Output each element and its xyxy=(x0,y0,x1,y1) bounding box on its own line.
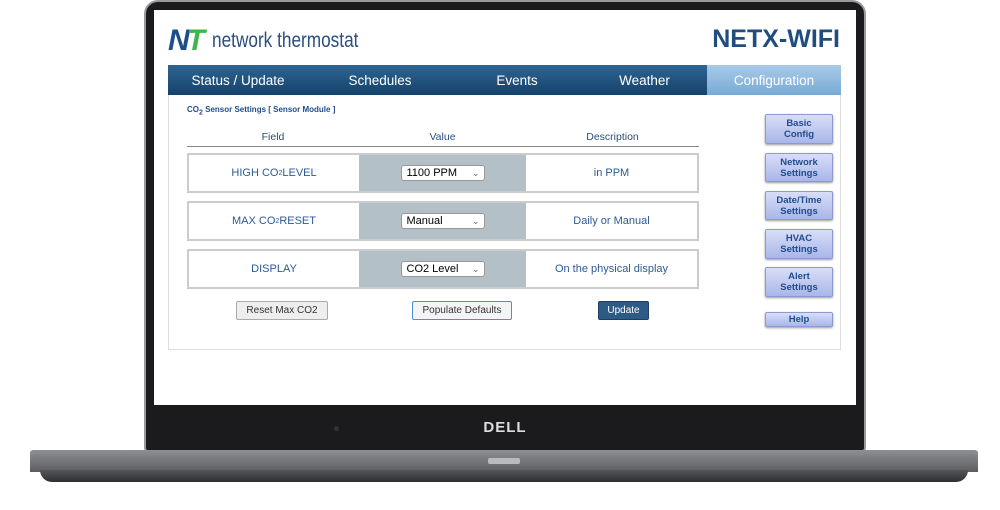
section-title: CO2 Sensor Settings [ Sensor Module ] xyxy=(187,105,336,117)
screen: NT network thermostat NETX-WIFI Status /… xyxy=(154,10,856,405)
table-row: HIGH CO 2 LEVEL 1100 PPM ⌄ in PPM xyxy=(187,153,699,193)
column-header-description: Description xyxy=(586,131,639,143)
nav-bar: Status / Update Schedules Events Weather… xyxy=(168,65,841,95)
basic-config-button[interactable]: Basic Config xyxy=(765,114,833,144)
help-button[interactable]: Help xyxy=(765,312,833,327)
field-label: MAX CO 2 RESET xyxy=(232,215,316,227)
header-divider xyxy=(187,146,699,147)
high-co2-level-select[interactable]: 1100 PPM ⌄ xyxy=(400,165,485,181)
logo-text: network thermostat xyxy=(212,29,359,52)
table-row: DISPLAY CO2 Level ⌄ On the physical displ… xyxy=(187,249,699,289)
description: in PPM xyxy=(593,167,630,179)
tab-status-update[interactable]: Status / Update xyxy=(168,65,308,95)
chevron-down-icon: ⌄ xyxy=(471,167,480,178)
dell-logo: DELL xyxy=(483,419,527,436)
chevron-down-icon: ⌄ xyxy=(471,215,480,226)
tab-events[interactable]: Events xyxy=(452,65,582,95)
date-time-settings-button[interactable]: Date/Time Settings xyxy=(765,191,833,220)
settings-panel: CO2 Sensor Settings [ Sensor Module ] Fi… xyxy=(168,95,841,350)
laptop-notch xyxy=(488,458,520,464)
laptop-base-bottom xyxy=(40,470,968,482)
table-row: MAX CO 2 RESET Manual ⌄ Daily or Manual xyxy=(187,201,699,241)
chevron-down-icon: ⌄ xyxy=(471,263,480,274)
product-title: NETX-WIFI xyxy=(712,25,840,53)
alert-settings-button[interactable]: Alert Settings xyxy=(765,267,833,297)
tab-weather[interactable]: Weather xyxy=(582,65,707,95)
webcam xyxy=(334,426,339,431)
field-label: DISPLAY xyxy=(251,263,297,275)
column-header-field: Field xyxy=(261,131,285,143)
tab-schedules[interactable]: Schedules xyxy=(308,65,452,95)
hvac-settings-button[interactable]: HVAC Settings xyxy=(765,229,833,259)
network-settings-button[interactable]: Network Settings xyxy=(765,153,833,182)
field-label: HIGH CO 2 LEVEL xyxy=(231,167,317,179)
populate-defaults-button[interactable]: Populate Defaults xyxy=(412,301,512,320)
description: Daily or Manual xyxy=(573,215,650,227)
tab-configuration[interactable]: Configuration xyxy=(707,65,841,95)
column-header-value: Value xyxy=(429,131,456,143)
display-select[interactable]: CO2 Level ⌄ xyxy=(400,261,485,277)
update-button[interactable]: Update xyxy=(598,301,649,320)
description: On the physical display xyxy=(554,263,669,275)
nt-logo: NT xyxy=(168,24,205,57)
reset-max-co2-button[interactable]: Reset Max CO2 xyxy=(236,301,328,320)
max-co2-reset-select[interactable]: Manual ⌄ xyxy=(400,213,485,229)
